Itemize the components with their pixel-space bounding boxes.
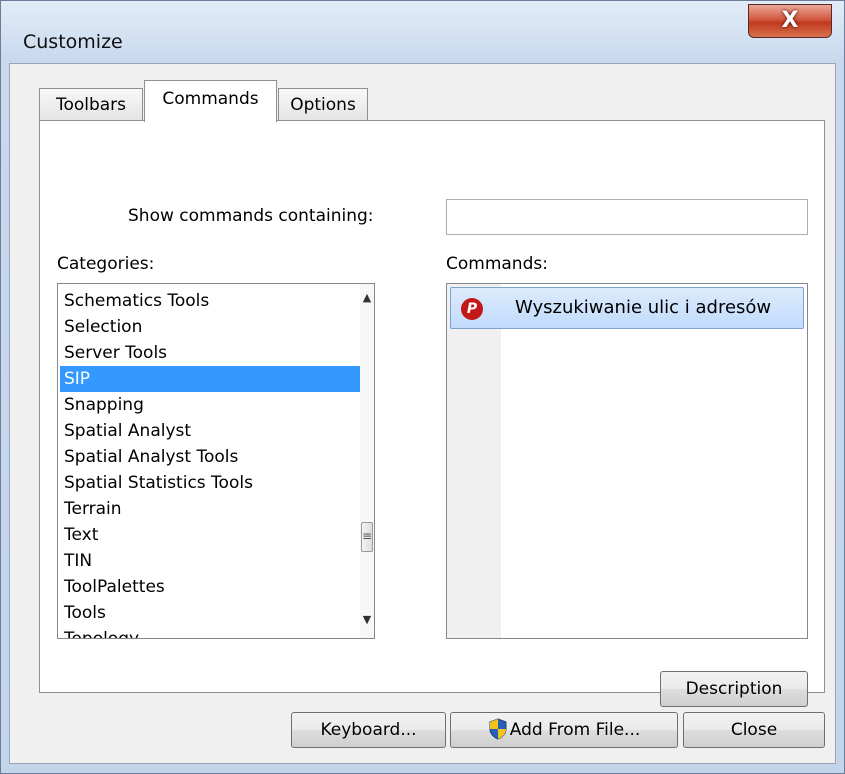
scroll-down-icon[interactable]: ▼	[360, 610, 374, 630]
list-item[interactable]: Topology	[60, 626, 360, 638]
window-title: Customize	[23, 31, 123, 53]
categories-scrollbar[interactable]: ▲ ≡ ▼	[360, 284, 374, 638]
categories-label: Categories:	[57, 254, 155, 274]
list-item[interactable]: Spatial Analyst Tools	[60, 444, 360, 470]
add-from-file-label: Add From File...	[509, 720, 641, 740]
search-input[interactable]	[446, 199, 808, 235]
tab-options[interactable]: Options	[278, 88, 368, 122]
commands-list[interactable]: P Wyszukiwanie ulic i adresów	[446, 283, 808, 639]
customize-dialog: Customize X Toolbars Commands Options Sh…	[0, 0, 845, 774]
command-item-label: Wyszukiwanie ulic i adresów	[515, 297, 772, 318]
keyboard-button[interactable]: Keyboard...	[291, 712, 446, 748]
list-item-selected[interactable]: SIP	[60, 366, 360, 392]
shield-icon	[489, 718, 507, 740]
list-item[interactable]: Tools	[60, 600, 360, 626]
list-item[interactable]: Spatial Statistics Tools	[60, 470, 360, 496]
categories-list[interactable]: Schematics Tools Selection Server Tools …	[57, 283, 375, 639]
scroll-up-icon[interactable]: ▲	[360, 288, 374, 308]
window-close-button[interactable]: X	[748, 4, 832, 38]
close-button[interactable]: Close	[683, 712, 825, 748]
icon-gutter	[447, 284, 501, 638]
description-button[interactable]: Description	[660, 671, 808, 707]
list-item[interactable]: Server Tools	[60, 340, 360, 366]
search-label: Show commands containing:	[128, 206, 374, 226]
commands-label: Commands:	[446, 254, 548, 274]
list-item[interactable]: Selection	[60, 314, 360, 340]
list-item[interactable]: TIN	[60, 548, 360, 574]
list-item[interactable]: ToolPalettes	[60, 574, 360, 600]
add-from-file-button[interactable]: Add From File...	[450, 712, 678, 748]
list-item[interactable]: Terrain	[60, 496, 360, 522]
tab-toolbars[interactable]: Toolbars	[39, 88, 143, 122]
list-item[interactable]: Schematics Tools	[60, 288, 360, 314]
list-item[interactable]: Snapping	[60, 392, 360, 418]
list-item[interactable]: Spatial Analyst	[60, 418, 360, 444]
tab-commands[interactable]: Commands	[144, 80, 277, 122]
command-item-wyszukiwanie[interactable]: P Wyszukiwanie ulic i adresów	[450, 287, 804, 329]
scrollbar-thumb[interactable]: ≡	[361, 522, 373, 552]
dialog-content: Toolbars Commands Options Show commands …	[9, 63, 836, 764]
red-pushpin-icon: P	[461, 298, 483, 320]
list-item[interactable]: Text	[60, 522, 360, 548]
commands-tab-panel: Show commands containing: Categories: Co…	[39, 120, 825, 707]
